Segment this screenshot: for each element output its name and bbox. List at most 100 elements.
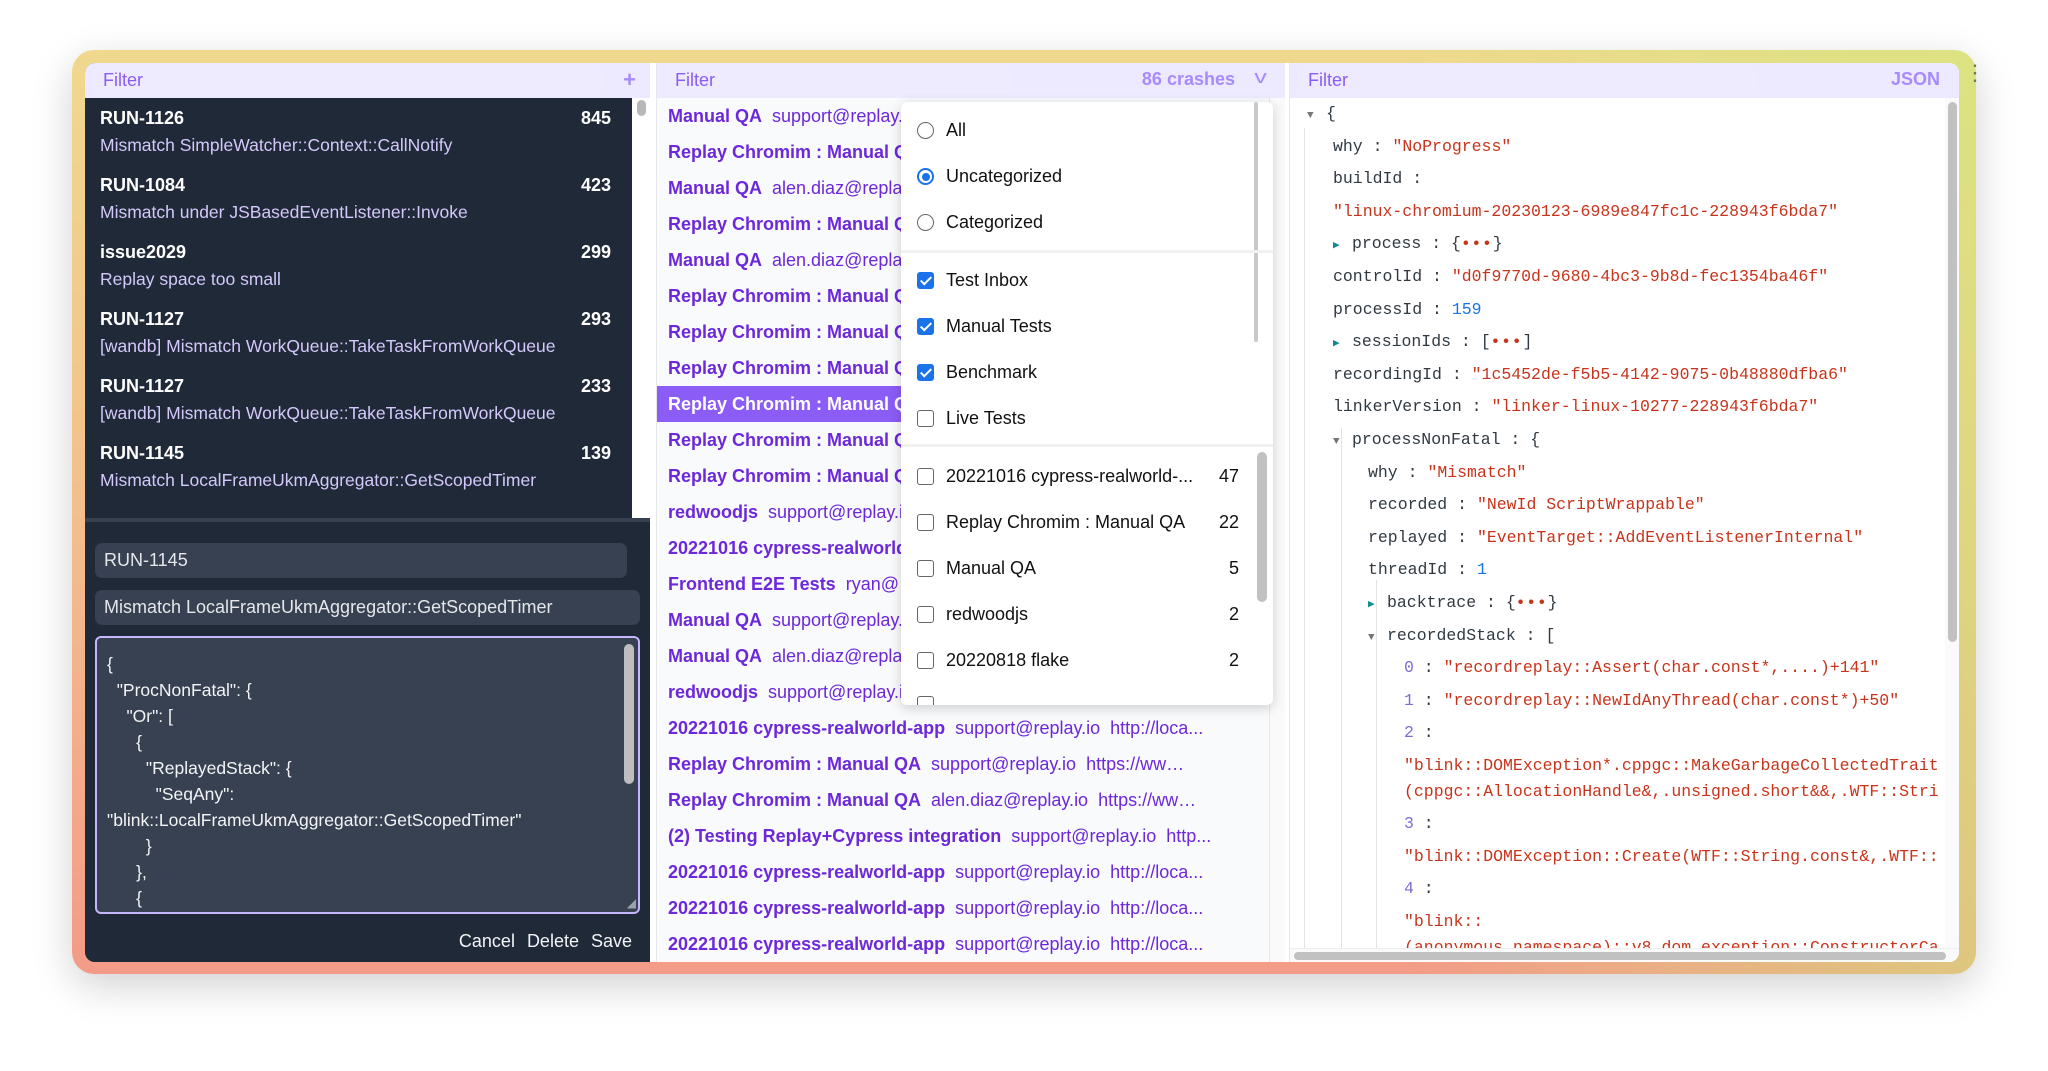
issue-row[interactable]: RUN-1084 423 Mismatch under JSBasedEventLi… [85, 165, 632, 232]
checkbox[interactable] [917, 696, 934, 705]
more-options-icon[interactable]: ⋮ [1964, 62, 1986, 84]
caret-right-icon[interactable]: ▶ [1333, 333, 1352, 355]
issue-title: RUN-1126 [100, 108, 185, 128]
issue-title: RUN-1127 [100, 309, 185, 329]
json-vertical-scrollbar[interactable] [1945, 98, 1959, 948]
json-line[interactable]: ▶ backtrace : {•••} [1368, 592, 1557, 614]
group-option[interactable] [917, 696, 934, 705]
recording-email: support@replay.io [1011, 825, 1157, 846]
status-option[interactable]: All [917, 120, 966, 141]
json-line: recorded : "NewId ScriptWrappable" [1368, 494, 1705, 516]
recording-row[interactable]: Replay Chromim : Manual QA alen.diaz@repl… [657, 782, 1269, 818]
recording-title: 20221016 cypress-realworld-app [668, 861, 946, 882]
add-issue-button[interactable]: + [623, 67, 636, 93]
textarea-scrollbar[interactable] [624, 644, 634, 784]
issue-row[interactable]: issue2029 299 Replay space too small [85, 232, 632, 299]
source-option[interactable]: Manual Tests [917, 316, 1052, 337]
resize-handle-icon[interactable]: ◢ [627, 896, 636, 910]
status-option[interactable]: Uncategorized [917, 166, 1062, 187]
recording-row[interactable]: 20221016 cypress-realworld-app support@re… [657, 926, 1269, 962]
recording-row[interactable]: 20221016 cypress-realworld-app support@re… [657, 710, 1269, 746]
checkbox[interactable] [917, 318, 934, 335]
checkbox[interactable] [917, 410, 934, 427]
json-line: 2 : [1404, 722, 1434, 744]
source-option[interactable]: Test Inbox [917, 270, 1028, 291]
issue-row[interactable]: RUN-1145 139 Mismatch LocalFrameUkmAggrega… [85, 433, 632, 500]
recording-row[interactable]: (2) Testing Replay+Cypress integration su… [657, 818, 1269, 854]
json-value: "1c5452de-f5b5-4142-9075-0b48880dfba6" [1471, 364, 1848, 384]
issue-description-field[interactable]: Mismatch LocalFrameUkmAggregator::GetSco… [95, 590, 640, 625]
status-option[interactable]: Categorized [917, 212, 1043, 233]
issue-row[interactable]: RUN-1127 233 [wandb] Mismatch WorkQueue::T… [85, 366, 632, 433]
json-line[interactable]: ▶ process : {•••} [1333, 233, 1503, 255]
recording-title: 20221016 cypress-realworld-app [668, 933, 946, 954]
issue-name-field[interactable]: RUN-1145 [95, 543, 627, 578]
crash-count-button[interactable]: 86 crashes [1142, 69, 1235, 90]
caret-down-icon[interactable]: ▼ [1307, 105, 1326, 127]
json-line[interactable]: ▶ sessionIds : [•••] [1333, 331, 1532, 353]
json-value: "recordreplay::Assert(char.const*,....)+… [1443, 658, 1880, 678]
cancel-button[interactable]: Cancel [459, 931, 515, 952]
recording-title: Replay Chromim : Manual QA [668, 357, 922, 378]
source-option[interactable]: Live Tests [917, 408, 1026, 429]
ellipsis-icon[interactable]: ••• [1491, 333, 1523, 351]
json-filter-input[interactable] [1298, 66, 1758, 95]
group-option[interactable]: Replay Chromim : Manual QA [917, 512, 1185, 533]
checkbox[interactable] [917, 468, 934, 485]
radio-button[interactable] [917, 214, 934, 231]
option-label: Test Inbox [946, 270, 1029, 290]
group-option[interactable]: 20220818 flake [917, 650, 1069, 671]
json-horizontal-scrollbar[interactable] [1290, 948, 1959, 962]
checkbox[interactable] [917, 514, 934, 531]
group-option[interactable]: 20221016 cypress-realworld-... [917, 466, 1193, 487]
recording-title: Replay Chromim : Manual QA [668, 393, 922, 414]
json-line: "blink::DOMException::Create(WTF::String… [1404, 846, 1939, 868]
caret-down-icon[interactable]: ▼ [1333, 431, 1352, 453]
chevron-down-icon[interactable]: v [1254, 67, 1267, 88]
group-option[interactable]: Manual QA [917, 558, 1036, 579]
radio-button[interactable] [917, 168, 934, 185]
group-list-scrollbar[interactable] [1257, 452, 1267, 602]
ellipsis-icon[interactable]: ••• [1461, 235, 1493, 253]
issues-filter-input[interactable] [93, 66, 603, 95]
json-line[interactable]: ▼ processNonFatal : { [1333, 429, 1540, 451]
json-line[interactable]: ▼{ [1307, 103, 1336, 125]
checkbox[interactable] [917, 560, 934, 577]
recordings-filter-bar: 86 crashes v [657, 63, 1285, 98]
issue-query-textarea[interactable]: { "ProcNonFatal": { "Or": [ { "ReplayedS… [95, 636, 640, 914]
json-key: processId [1333, 299, 1423, 319]
issue-count: 139 [580, 443, 611, 463]
delete-button[interactable]: Delete [527, 931, 579, 952]
recording-row[interactable]: 20221016 cypress-realworld-app support@re… [657, 890, 1269, 926]
source-option[interactable]: Benchmark [917, 362, 1037, 383]
json-key: buildId [1333, 169, 1403, 189]
recording-email: ryan@ [845, 573, 899, 594]
json-mode-toggle[interactable]: JSON [1891, 69, 1940, 90]
caret-down-icon[interactable]: ▼ [1368, 627, 1387, 649]
dropdown-scrollbar[interactable] [1254, 102, 1258, 342]
caret-right-icon[interactable]: ▶ [1333, 235, 1352, 257]
radio-button[interactable] [917, 122, 934, 139]
recording-email: support@replay.io [955, 717, 1101, 738]
recording-row[interactable]: 20221016 cypress-realworld-app support@re… [657, 854, 1269, 890]
json-separator: : [1422, 299, 1452, 319]
json-separator: : [1413, 814, 1434, 834]
json-line: "linux-chromium-20230123-6989e847fc1c-22… [1333, 201, 1838, 223]
checkbox[interactable] [917, 272, 934, 289]
recording-row[interactable]: Replay Chromim : Manual QA support@replay… [657, 746, 1269, 782]
group-count: 2 [1228, 604, 1239, 624]
json-line[interactable]: ▼ recordedStack : [ [1368, 625, 1555, 647]
checkbox[interactable] [917, 606, 934, 623]
checkbox[interactable] [917, 652, 934, 669]
json-value: "blink::DOMException*.cppgc::MakeGarbage… [1404, 756, 1939, 775]
issue-row[interactable]: RUN-1126 845 Mismatch SimpleWatcher::Conte… [85, 98, 632, 165]
recordings-filter-input[interactable] [665, 66, 1010, 95]
json-key: why [1333, 136, 1363, 156]
caret-right-icon[interactable]: ▶ [1368, 594, 1387, 616]
issues-scrollbar[interactable] [632, 98, 650, 518]
ellipsis-icon[interactable]: ••• [1516, 594, 1548, 612]
group-option[interactable]: redwoodjs [917, 604, 1028, 625]
issue-row[interactable]: RUN-1127 293 [wandb] Mismatch WorkQueue::T… [85, 299, 632, 366]
checkbox[interactable] [917, 364, 934, 381]
save-button[interactable]: Save [591, 931, 632, 952]
